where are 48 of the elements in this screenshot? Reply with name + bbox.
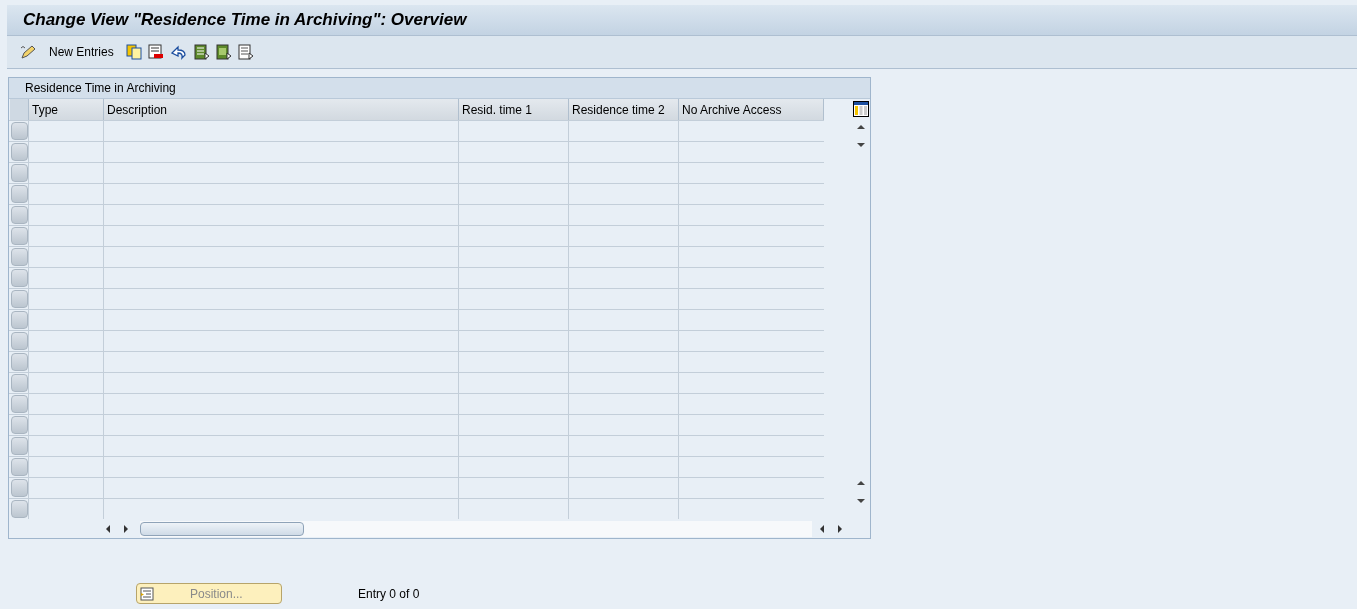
- row-selector[interactable]: [11, 311, 28, 330]
- column-settings-icon[interactable]: [853, 101, 870, 118]
- row-selector[interactable]: [11, 290, 28, 309]
- row-selector[interactable]: [11, 248, 28, 267]
- row-selector[interactable]: [11, 374, 28, 393]
- select-all-icon[interactable]: [193, 44, 210, 60]
- select-all-cell[interactable]: [10, 99, 29, 121]
- column-header[interactable]: Resid. time 1: [459, 99, 569, 121]
- window-title: Change View "Residence Time in Archiving": Overview: [23, 9, 467, 32]
- row-selector[interactable]: [11, 353, 28, 372]
- row-selector[interactable]: [11, 479, 28, 498]
- column-header[interactable]: Residence time 2: [569, 99, 679, 121]
- row-selector[interactable]: [11, 332, 28, 351]
- scroll-up-icon[interactable]: [856, 479, 867, 488]
- entry-count: Entry 0 of 0: [358, 585, 420, 603]
- select-block-icon[interactable]: [215, 44, 232, 60]
- row-selector[interactable]: [11, 122, 28, 141]
- table-title: Residence Time in Archiving: [25, 80, 176, 98]
- horizontal-scrollbar[interactable]: [140, 521, 812, 538]
- row-selector[interactable]: [11, 185, 28, 204]
- position-icon: [140, 586, 154, 601]
- copy-icon[interactable]: [125, 44, 142, 60]
- row-selector[interactable]: [11, 143, 28, 162]
- delete-row-icon[interactable]: [147, 44, 164, 60]
- row-selector[interactable]: [11, 227, 28, 246]
- new-entries-button[interactable]: New Entries: [43, 43, 120, 61]
- scroll-right-icon[interactable]: [122, 524, 130, 535]
- row-selector[interactable]: [11, 269, 28, 288]
- pencil-icon[interactable]: [19, 44, 37, 60]
- row-selector[interactable]: [11, 458, 28, 477]
- column-header[interactable]: Type: [29, 99, 104, 121]
- scroll-down-icon[interactable]: [856, 141, 867, 150]
- scroll-down-icon[interactable]: [856, 497, 867, 506]
- undo-icon[interactable]: [169, 44, 188, 60]
- row-selector[interactable]: [11, 164, 28, 183]
- scrollbar-thumb[interactable]: [140, 522, 304, 537]
- deselect-all-icon[interactable]: [237, 44, 254, 60]
- scroll-up-icon[interactable]: [856, 123, 867, 132]
- row-selector[interactable]: [11, 395, 28, 414]
- row-selector[interactable]: [11, 206, 28, 225]
- scroll-left-icon[interactable]: [104, 524, 112, 535]
- row-selector[interactable]: [11, 416, 28, 435]
- column-header[interactable]: Description: [104, 99, 459, 121]
- scroll-right-icon[interactable]: [836, 524, 844, 535]
- row-selector[interactable]: [11, 437, 28, 456]
- column-header[interactable]: No Archive Access: [679, 99, 824, 121]
- scroll-left-icon[interactable]: [818, 524, 826, 535]
- row-selector[interactable]: [11, 500, 28, 519]
